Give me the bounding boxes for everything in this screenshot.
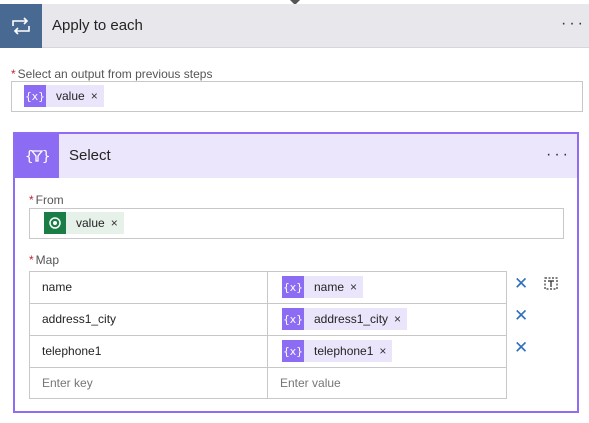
map-key-field[interactable]: telephone1 — [30, 336, 268, 367]
from-token[interactable]: value × — [44, 212, 124, 234]
select-action-card: { } Select ··· *From value × *Map name — [13, 132, 579, 413]
from-field-label: * From — [29, 193, 64, 207]
enter-key-input[interactable]: Enter key — [30, 368, 268, 399]
map-value-field[interactable]: {x} address1_city × — [268, 304, 506, 335]
expression-icon: {x} — [282, 308, 304, 330]
output-field-label: * Select an output from previous steps — [11, 67, 213, 81]
map-row: address1_city {x} address1_city × — [29, 303, 507, 335]
map-row-empty: Enter key Enter value — [29, 367, 507, 399]
loop-icon — [0, 4, 42, 48]
apply-to-each-header[interactable]: Apply to each ··· — [0, 4, 589, 48]
output-field[interactable]: {x} value × — [11, 81, 583, 112]
select-filter-icon: { } — [15, 134, 59, 178]
expression-icon: {x} — [282, 340, 304, 362]
map-value-token[interactable]: {x} name × — [282, 276, 364, 298]
delete-row-icon[interactable]: ✕ — [514, 307, 528, 324]
map-row: telephone1 {x} telephone1 × — [29, 335, 507, 367]
apply-to-each-title: Apply to each — [52, 17, 143, 34]
map-key-field[interactable]: name — [30, 272, 268, 303]
enter-value-input[interactable]: Enter value — [268, 368, 506, 399]
switch-to-text-mode-icon[interactable] — [543, 275, 559, 291]
output-token[interactable]: {x} value × — [24, 85, 104, 107]
remove-token-icon[interactable]: × — [379, 344, 392, 358]
dataverse-icon — [44, 212, 66, 234]
apply-to-each-more-icon[interactable]: ··· — [561, 16, 586, 32]
remove-token-icon[interactable]: × — [350, 280, 363, 294]
remove-token-icon[interactable]: × — [111, 216, 124, 230]
map-field-label: * Map — [29, 253, 60, 267]
map-value-token[interactable]: {x} telephone1 × — [282, 340, 393, 362]
expression-icon: {x} — [282, 276, 304, 298]
remove-token-icon[interactable]: × — [91, 89, 104, 103]
map-table: name {x} name × address1_city {x} addres… — [29, 271, 507, 399]
select-header[interactable]: { } Select ··· — [15, 134, 577, 178]
expression-icon: {x} — [24, 85, 46, 107]
delete-row-icon[interactable]: ✕ — [514, 275, 528, 292]
select-title: Select — [69, 147, 111, 164]
map-value-field[interactable]: {x} name × — [268, 272, 506, 303]
svg-text:}: } — [42, 149, 49, 165]
map-key-field[interactable]: address1_city — [30, 304, 268, 335]
map-row: name {x} name × — [29, 271, 507, 303]
delete-row-icon[interactable]: ✕ — [514, 339, 528, 356]
from-field[interactable]: value × — [29, 208, 564, 239]
map-value-field[interactable]: {x} telephone1 × — [268, 336, 506, 367]
map-value-token[interactable]: {x} address1_city × — [282, 308, 408, 330]
remove-token-icon[interactable]: × — [394, 312, 407, 326]
select-more-icon[interactable]: ··· — [546, 147, 571, 163]
